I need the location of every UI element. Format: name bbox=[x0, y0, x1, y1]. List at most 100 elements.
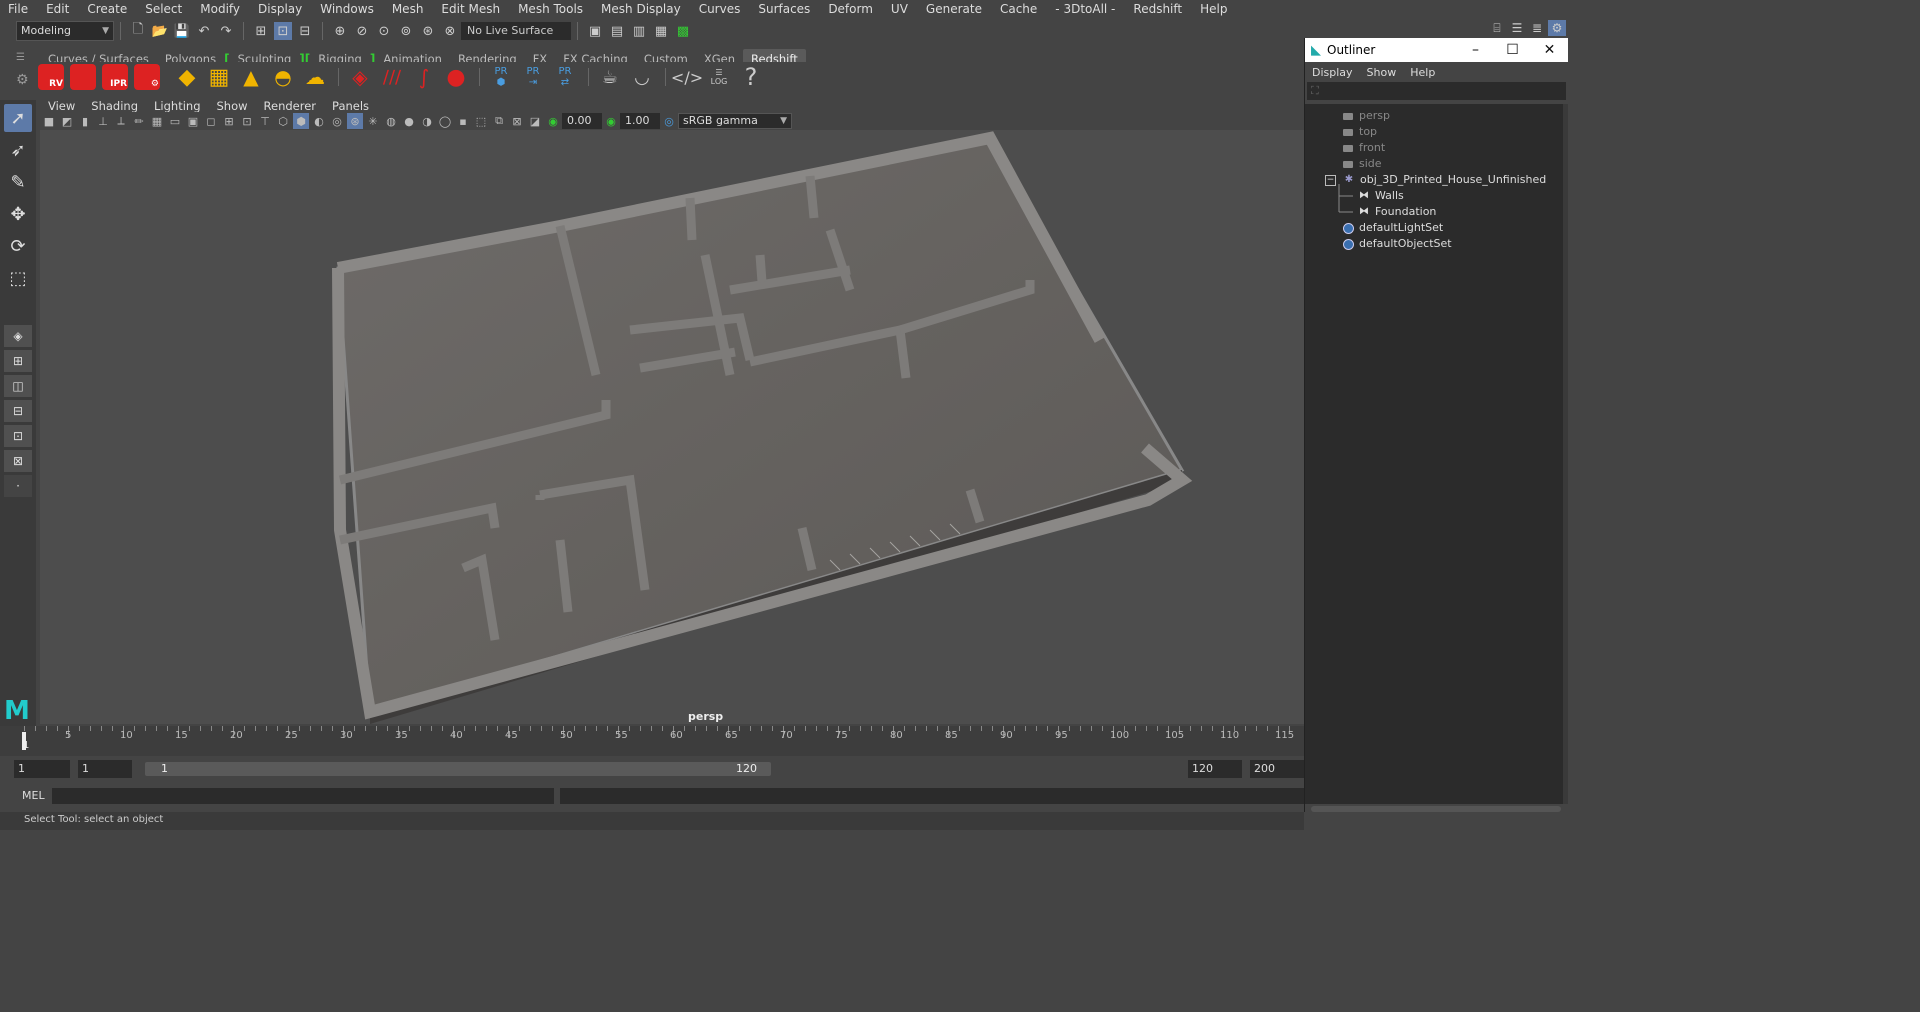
log-button[interactable]: ☰ LOG bbox=[704, 62, 734, 92]
proxy-button[interactable]: ◈ bbox=[345, 62, 375, 92]
pr-button-1[interactable]: PR ⬢ bbox=[486, 62, 516, 92]
scale-tool-icon[interactable]: ⬚ bbox=[4, 264, 32, 292]
snap-point-icon[interactable]: ⊙ bbox=[375, 22, 393, 40]
depth-of-field-icon[interactable]: ◯ bbox=[437, 113, 453, 129]
range-slider[interactable]: 1 120 bbox=[145, 762, 771, 776]
xray-components-icon[interactable]: ⊠ bbox=[509, 113, 525, 129]
anti-aliasing-icon[interactable]: ◑ bbox=[419, 113, 435, 129]
shelf-menu-icon[interactable]: ☰ bbox=[16, 52, 25, 63]
material-button-1[interactable]: ☕ bbox=[595, 62, 625, 92]
tool-settings-icon[interactable]: ⚙ bbox=[1548, 20, 1566, 36]
maximize-icon[interactable]: ☐ bbox=[1494, 42, 1531, 58]
sun-sky-button[interactable]: ☁ bbox=[300, 62, 330, 92]
menu-3dtoall[interactable]: - 3DtoAll - bbox=[1046, 0, 1124, 18]
start-time-field[interactable]: 1 bbox=[14, 760, 70, 778]
field-chart-icon[interactable]: ⊞ bbox=[221, 113, 237, 129]
redshift-render-button[interactable] bbox=[68, 62, 98, 92]
layout-more-icon[interactable]: · bbox=[4, 475, 32, 497]
snap-view-icon[interactable]: ⊚ bbox=[397, 22, 415, 40]
outliner-item-default-light-set[interactable]: defaultLightSet bbox=[1341, 220, 1443, 236]
use-all-lights-icon[interactable]: ⊛ bbox=[347, 113, 363, 129]
grease-pencil-icon[interactable]: ✏ bbox=[131, 113, 147, 129]
menu-select[interactable]: Select bbox=[136, 0, 191, 18]
screen-space-ao-icon[interactable]: ◍ bbox=[383, 113, 399, 129]
single-view-icon[interactable]: ◈ bbox=[4, 325, 32, 347]
curve-button[interactable]: ∫ bbox=[409, 62, 439, 92]
redshift-render-view-button[interactable]: RV bbox=[36, 62, 66, 92]
select-component-icon[interactable]: ⊟ bbox=[296, 22, 314, 40]
wireframe-on-shaded-icon[interactable]: ◐ bbox=[311, 113, 327, 129]
pr-button-3[interactable]: PR ⇄ bbox=[550, 62, 580, 92]
outliner-item-side[interactable]: side bbox=[1341, 156, 1382, 172]
menu-create[interactable]: Create bbox=[78, 0, 136, 18]
live-surface-field[interactable]: No Live Surface bbox=[461, 22, 571, 40]
menu-deform[interactable]: Deform bbox=[819, 0, 882, 18]
exposure-field[interactable]: 0.00 bbox=[562, 113, 602, 129]
select-tool-icon[interactable]: ➚ bbox=[4, 104, 32, 132]
render-icon[interactable]: ▣ bbox=[586, 22, 604, 40]
outliner-item-top[interactable]: top bbox=[1341, 124, 1377, 140]
sphere-button[interactable]: ● bbox=[441, 62, 471, 92]
camera-attr-icon[interactable]: ◩ bbox=[59, 113, 75, 129]
menu-redshift[interactable]: Redshift bbox=[1124, 0, 1191, 18]
shadows-icon[interactable]: ✳ bbox=[365, 113, 381, 129]
time-slider[interactable]: 5 10 15 20 25 30 35 40 45 50 55 60 65 70 75 80 85 90 95 100… bbox=[0, 726, 1304, 756]
outliner-menu-display[interactable]: Display bbox=[1305, 66, 1360, 79]
wireframe-icon[interactable]: ⬡ bbox=[275, 113, 291, 129]
lasso-tool-icon[interactable]: ➶ bbox=[4, 136, 32, 164]
menu-uv[interactable]: UV bbox=[882, 0, 917, 18]
four-view-icon[interactable]: ⊞ bbox=[4, 350, 32, 372]
paint-select-icon[interactable]: ✎ bbox=[4, 168, 32, 196]
menu-edit[interactable]: Edit bbox=[37, 0, 78, 18]
render-settings-icon[interactable]: ▦ bbox=[652, 22, 670, 40]
backface-icon[interactable]: ◪ bbox=[527, 113, 543, 129]
outliner-vertical-scrollbar[interactable] bbox=[1563, 104, 1568, 804]
pr-button-2[interactable]: PR ⇥ bbox=[518, 62, 548, 92]
playback-start-field[interactable]: 1 bbox=[78, 760, 132, 778]
2d-pan-icon[interactable]: ⟂ bbox=[113, 113, 129, 129]
redshift-settings-button[interactable]: ⚙ bbox=[132, 62, 162, 92]
gamma-field[interactable]: 1.00 bbox=[620, 113, 660, 129]
outliner-menu-help[interactable]: Help bbox=[1403, 66, 1442, 79]
snap-live-icon[interactable]: ⊗ bbox=[441, 22, 459, 40]
select-hierarchy-icon[interactable]: ⊞ bbox=[252, 22, 270, 40]
textured-icon[interactable]: ◎ bbox=[329, 113, 345, 129]
bookmark-icon[interactable]: ▮ bbox=[77, 113, 93, 129]
mel-input[interactable] bbox=[52, 788, 554, 804]
outliner-item-front[interactable]: front bbox=[1341, 140, 1385, 156]
new-scene-icon[interactable]: 🗋 bbox=[129, 22, 147, 40]
menu-surfaces[interactable]: Surfaces bbox=[749, 0, 819, 18]
playback-end-field[interactable]: 120 bbox=[1188, 760, 1242, 778]
safe-action-icon[interactable]: ⊡ bbox=[239, 113, 255, 129]
menu-curves[interactable]: Curves bbox=[690, 0, 750, 18]
color-management-icon[interactable]: ◎ bbox=[661, 113, 677, 129]
outliner-item-walls[interactable]: ⧓ Walls bbox=[1357, 188, 1404, 204]
minimize-icon[interactable]: – bbox=[1457, 42, 1494, 58]
color-space-dropdown[interactable]: sRGB gamma ▼ bbox=[678, 113, 792, 129]
gate-mask-icon[interactable]: ◻ bbox=[203, 113, 219, 129]
three-view-icon[interactable]: ⊡ bbox=[4, 425, 32, 447]
outliner-menu-show[interactable]: Show bbox=[1360, 66, 1404, 79]
ipr-render-icon[interactable]: ▥ bbox=[630, 22, 648, 40]
outliner-item-persp[interactable]: persp bbox=[1341, 108, 1390, 124]
motion-blur-icon[interactable]: ● bbox=[401, 113, 417, 129]
script-editor-button[interactable]: </> bbox=[671, 62, 703, 92]
channel-box-icon[interactable]: ≣ bbox=[1528, 20, 1546, 36]
xray-icon[interactable]: ⬚ bbox=[473, 113, 489, 129]
menu-mesh-display[interactable]: Mesh Display bbox=[592, 0, 690, 18]
save-scene-icon[interactable]: 💾 bbox=[173, 22, 191, 40]
safe-title-icon[interactable]: ⊤ bbox=[257, 113, 273, 129]
redshift-ipr-button[interactable]: IPR bbox=[100, 62, 130, 92]
outliner-item-foundation[interactable]: ⧓ Foundation bbox=[1357, 204, 1436, 220]
outliner-horizontal-scrollbar[interactable] bbox=[1311, 806, 1561, 812]
menu-file[interactable]: File bbox=[0, 0, 37, 18]
attribute-editor-icon[interactable]: ☰ bbox=[1508, 20, 1526, 36]
menu-help[interactable]: Help bbox=[1191, 0, 1236, 18]
gamma-icon[interactable]: ◉ bbox=[603, 113, 619, 129]
open-scene-icon[interactable]: 📂 bbox=[151, 22, 169, 40]
collapse-icon[interactable]: − bbox=[1325, 174, 1336, 186]
camera-icon[interactable]: ■ bbox=[41, 113, 57, 129]
material-button-2[interactable]: ◡ bbox=[627, 62, 657, 92]
smooth-shade-icon[interactable]: ⬢ bbox=[293, 113, 309, 129]
hair-button[interactable]: ∕∕∕ bbox=[377, 62, 407, 92]
